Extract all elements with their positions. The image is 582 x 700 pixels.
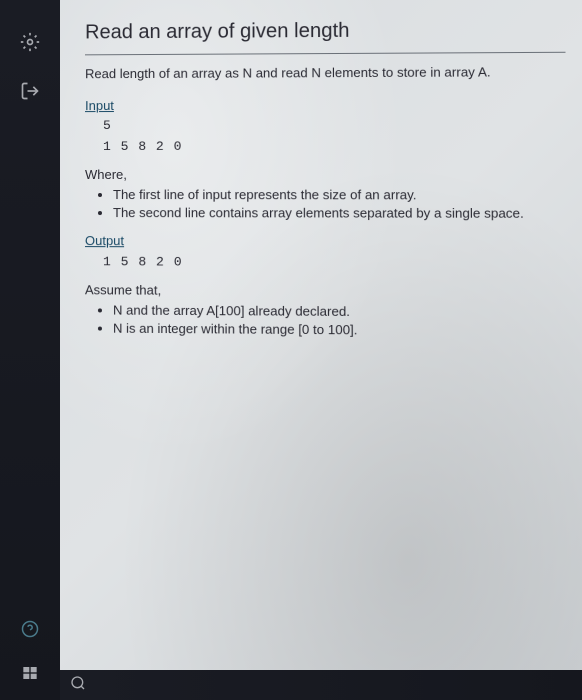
input-header: Input xyxy=(85,96,566,116)
assume-section: Assume that, N and the array A[100] alre… xyxy=(85,281,568,341)
input-line-2: 1 5 8 2 0 xyxy=(85,137,566,156)
page-subtitle: Read length of an array as N and read N … xyxy=(85,63,566,83)
divider xyxy=(85,52,565,56)
input-line-1: 5 xyxy=(85,116,566,135)
where-bullets: The first line of input represents the s… xyxy=(85,186,567,223)
output-line-1: 1 5 8 2 0 xyxy=(85,253,568,273)
where-label: Where, xyxy=(85,166,567,185)
where-bullet-1: The first line of input represents the s… xyxy=(113,186,567,205)
assume-label: Assume that, xyxy=(85,281,568,302)
windows-icon[interactable] xyxy=(18,661,42,685)
help-icon[interactable] xyxy=(18,617,42,641)
page-title: Read an array of given length xyxy=(85,15,565,46)
assume-bullets: N and the array A[100] already declared.… xyxy=(85,301,568,341)
where-bullet-2: The second line contains array elements … xyxy=(113,204,567,223)
content-panel: Read an array of given length Read lengt… xyxy=(60,0,582,700)
output-header: Output xyxy=(85,232,567,252)
assume-bullet-2: N is an integer within the range [0 to 1… xyxy=(113,320,568,342)
output-section: Output 1 5 8 2 0 xyxy=(85,232,568,272)
sidebar xyxy=(0,0,60,700)
input-section: Input 5 1 5 8 2 0 xyxy=(85,96,566,156)
gear-icon[interactable] xyxy=(18,30,42,54)
exit-icon[interactable] xyxy=(18,79,42,103)
